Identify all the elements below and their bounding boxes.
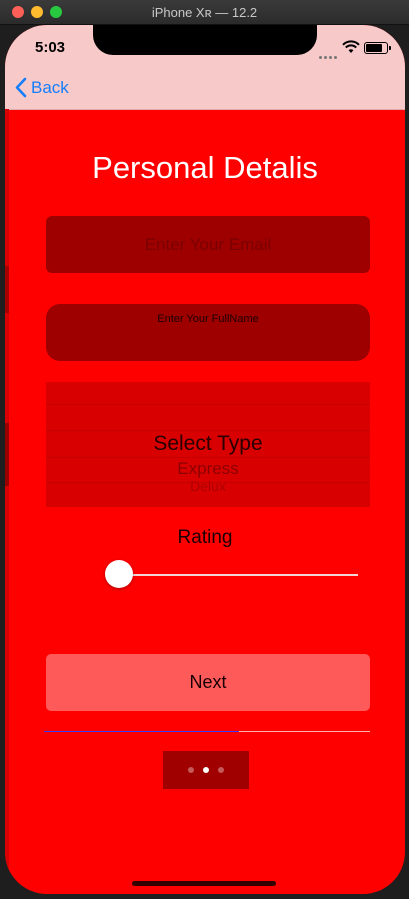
page-dot-active[interactable] (203, 767, 209, 773)
page-dot[interactable] (218, 767, 224, 773)
navigation-bar: 5:03 Back (5, 25, 405, 110)
device-notch (93, 25, 317, 55)
wifi-icon (342, 40, 360, 53)
home-indicator[interactable] (132, 881, 276, 886)
next-button-label: Next (189, 672, 227, 692)
signal-dots-icon (319, 46, 339, 64)
email-field[interactable]: Enter Your Email (46, 216, 370, 273)
rating-label: Rating (177, 527, 233, 548)
picker-divider (46, 404, 370, 405)
previous-page-edge (5, 109, 9, 894)
picker-row-express[interactable]: Express (46, 459, 370, 479)
picker-divider (46, 430, 370, 431)
chevron-left-icon (15, 77, 27, 98)
fullname-field[interactable]: Enter Your FullName (46, 304, 370, 361)
picker-row-delux[interactable]: Delux (46, 478, 370, 494)
back-label: Back (31, 77, 69, 97)
rating-slider-thumb[interactable] (105, 560, 133, 588)
page-title: Personal Detalis (92, 150, 318, 185)
progress-line (44, 731, 239, 732)
fullname-placeholder: Enter Your FullName (157, 313, 259, 325)
type-picker[interactable]: Select Type Express Delux (46, 382, 370, 507)
device-screen: 5:03 Back Personal Detalis Enter Your Em… (5, 25, 405, 894)
next-button[interactable]: Next (46, 654, 370, 711)
back-button[interactable]: Back (15, 77, 69, 98)
status-time: 5:03 (35, 39, 66, 56)
picker-divider (46, 457, 370, 458)
page-dot[interactable] (188, 767, 194, 773)
email-placeholder: Enter Your Email (144, 235, 272, 254)
rating-slider-track[interactable] (118, 574, 358, 576)
window-title: iPhone Xʀ — 12.2 (151, 5, 258, 20)
picker-selected-row[interactable]: Select Type (46, 432, 370, 456)
page-control[interactable] (163, 751, 249, 789)
simulator-title-bar: iPhone Xʀ — 12.2 (0, 0, 409, 25)
battery-icon (364, 42, 391, 54)
